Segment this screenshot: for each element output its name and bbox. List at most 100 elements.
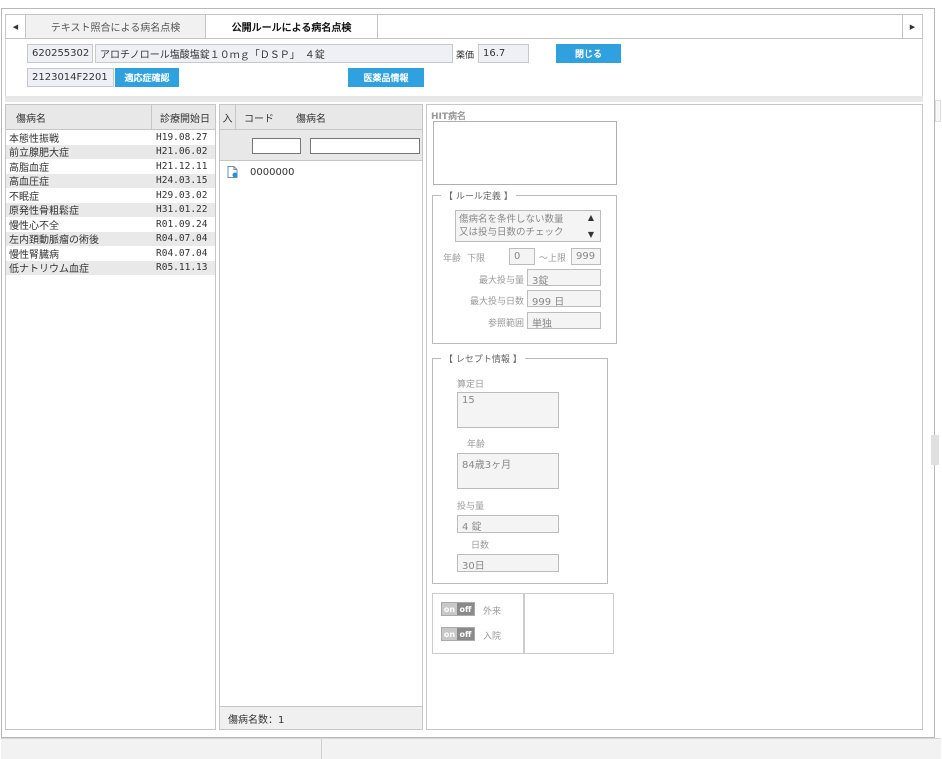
receipt-age-field: 84歳3ヶ月 [457, 453, 559, 489]
reference-range-label: 参照範囲 [487, 319, 524, 329]
column-header-date[interactable]: 診療開始日 [152, 105, 215, 129]
code-filter-input[interactable] [252, 138, 301, 154]
indication-check-button[interactable]: 適応症確認 [115, 68, 179, 87]
row-disease-name: 左内頚動脈瘤の術後 [9, 235, 99, 247]
tab-label: 公開ルールによる病名点検 [231, 23, 352, 34]
drug-info-area: 620255302 アロチノロール塩酸塩錠１０ｍｇ「ＤＳＰ」 ４錠 薬価 16.… [5, 39, 923, 96]
row-disease-name: 前立腺肥大症 [9, 148, 69, 160]
row-disease-name: 慢性腎臓病 [9, 249, 59, 261]
drug-code-field: 620255302 [27, 44, 93, 63]
triangle-right-icon: ▶ [909, 22, 916, 31]
tab-public-rule[interactable]: 公開ルールによる病名点検 [206, 15, 378, 38]
column-header-name[interactable]: 傷病名 [6, 105, 152, 129]
row-start-date: H24.03.15 [156, 175, 208, 187]
max-qty-label: 最大投与量 [478, 276, 524, 286]
row-code: 0000000 [250, 166, 295, 178]
row-start-date: R04.07.04 [156, 233, 208, 245]
patient-disease-header: 傷病名 診療開始日 [6, 105, 215, 130]
toggle-off-label: off [457, 603, 474, 615]
status-divider [321, 739, 322, 759]
table-row[interactable]: 低ナトリウム血症 R05.11.13 [6, 260, 215, 275]
yj-code-field: 2123014F2201 [27, 68, 114, 87]
calc-day-label: 算定日 [457, 380, 485, 390]
close-button[interactable]: 閉じる [556, 44, 621, 63]
tab-label: テキスト照合による病名点検 [50, 23, 181, 34]
select-scroll-arrows[interactable]: ▲ ▼ [584, 213, 598, 239]
arrow-down-icon[interactable]: ▼ [588, 230, 594, 239]
row-start-date: R01.09.24 [156, 218, 208, 230]
disease-code-header: 入 コード 傷病名 [220, 105, 422, 130]
table-row[interactable]: 慢性腎臓病 R04.07.04 [6, 246, 215, 261]
dose-label: 投与量 [457, 502, 485, 512]
separator-strip [5, 96, 923, 102]
table-row[interactable]: 不眠症 H29.03.02 [6, 188, 215, 203]
row-disease-name: 高脂血症 [9, 162, 49, 174]
upper-limit-label: ～上限 [539, 254, 567, 264]
outpatient-label: 外来 [483, 607, 502, 617]
row-start-date: H19.08.27 [156, 131, 208, 143]
patient-disease-panel: 傷病名 診療開始日 本態性振戦 H19.08.27 前立腺肥大症 H21.06.02 高… [5, 104, 216, 730]
disease-filter-input[interactable] [310, 138, 420, 154]
row-start-date: H21.12.11 [156, 160, 208, 172]
row-disease-name: 本態性振戦 [9, 133, 59, 145]
table-row[interactable]: 高血圧症 H24.03.15 [6, 173, 215, 189]
toggle-on-label: on [442, 628, 458, 640]
receipt-age-label: 年齢 [467, 440, 486, 450]
status-bar [1, 738, 941, 759]
toggle-off-label: off [457, 628, 474, 640]
row-start-date: R05.11.13 [156, 262, 208, 274]
hit-disease-box [433, 121, 617, 185]
days-label: 日数 [471, 541, 490, 551]
column-header-disease[interactable]: 傷病名 [288, 105, 326, 129]
arrow-up-icon[interactable]: ▲ [588, 213, 594, 222]
receipt-info-legend: 【 レセプト情報 】 [441, 352, 525, 365]
toggle-on-label: on [442, 603, 458, 615]
receipt-info-group: 【 レセプト情報 】 算定日 15 年齢 84歳3ヶ月 投与量 4 錠 日数 3… [432, 352, 608, 584]
document-icon [220, 166, 244, 178]
outpatient-toggle[interactable]: on off [441, 602, 475, 616]
rule-definition-legend: 【 ルール定義 】 [441, 189, 516, 202]
care-type-detail-box [524, 593, 614, 654]
column-header-code[interactable]: コード [236, 105, 288, 129]
care-type-box: on off 外来 on off 入院 [432, 593, 524, 654]
triangle-left-icon: ◀ [12, 22, 19, 31]
table-row[interactable]: 慢性心不全 R01.09.24 [6, 217, 215, 232]
rule-type-value: 傷病名を条件しない数量又は投与日数のチェック [459, 214, 564, 238]
lower-limit-field: 0 [509, 248, 535, 265]
rule-definition-group: 【 ルール定義 】 傷病名を条件しない数量又は投与日数のチェック ▲ ▼ 年齢 … [432, 189, 617, 344]
row-start-date: H29.03.02 [156, 189, 208, 201]
drug-name-field: アロチノロール塩酸塩錠１０ｍｇ「ＤＳＰ」 ４錠 [95, 44, 453, 63]
disease-code-panel: 入 コード 傷病名 0000000 傷病名数：1 [219, 104, 423, 730]
tab-bar: ◀ テキスト照合による病名点検 公開ルールによる病名点検 ▶ [5, 14, 923, 39]
tab-text-match[interactable]: テキスト照合による病名点検 [26, 15, 206, 38]
side-scrollbar-thumb[interactable] [931, 435, 939, 465]
price-label: 薬価 [456, 51, 475, 61]
table-row[interactable]: 本態性振戦 H19.08.27 [6, 130, 215, 145]
max-days-label: 最大投与日数 [469, 297, 524, 307]
column-header-in[interactable]: 入 [220, 105, 236, 129]
upper-limit-field: 999 [571, 248, 601, 265]
table-row[interactable]: 0000000 [220, 164, 422, 180]
row-start-date: H21.06.02 [156, 146, 208, 158]
row-disease-name: 不眠症 [9, 191, 39, 203]
row-disease-name: 高血圧症 [9, 177, 49, 189]
tab-scroll-left-button[interactable]: ◀ [6, 15, 26, 38]
inpatient-label: 入院 [483, 632, 502, 642]
rule-type-select[interactable]: 傷病名を条件しない数量又は投与日数のチェック ▲ ▼ [455, 210, 601, 242]
row-disease-name: 慢性心不全 [9, 220, 59, 232]
table-row[interactable]: 高脂血症 H21.12.11 [6, 159, 215, 174]
row-start-date: R04.07.04 [156, 247, 208, 259]
drug-info-button[interactable]: 医薬品情報 [348, 68, 424, 87]
inpatient-toggle[interactable]: on off [441, 627, 475, 641]
max-days-field: 999 日 [527, 290, 601, 308]
scrollbar-hint [935, 100, 941, 122]
age-label: 年齢 [443, 254, 462, 264]
table-row[interactable]: 前立腺肥大症 H21.06.02 [6, 144, 215, 160]
reference-range-field: 単独 [527, 312, 601, 330]
table-row[interactable]: 左内頚動脈瘤の術後 R04.07.04 [6, 231, 215, 247]
max-qty-field: 3錠 [527, 269, 601, 287]
price-field: 16.7 [478, 44, 529, 63]
tab-scroll-right-button[interactable]: ▶ [902, 15, 922, 38]
days-field: 30日 [457, 554, 559, 572]
table-row[interactable]: 原発性骨粗鬆症 H31.01.22 [6, 202, 215, 217]
